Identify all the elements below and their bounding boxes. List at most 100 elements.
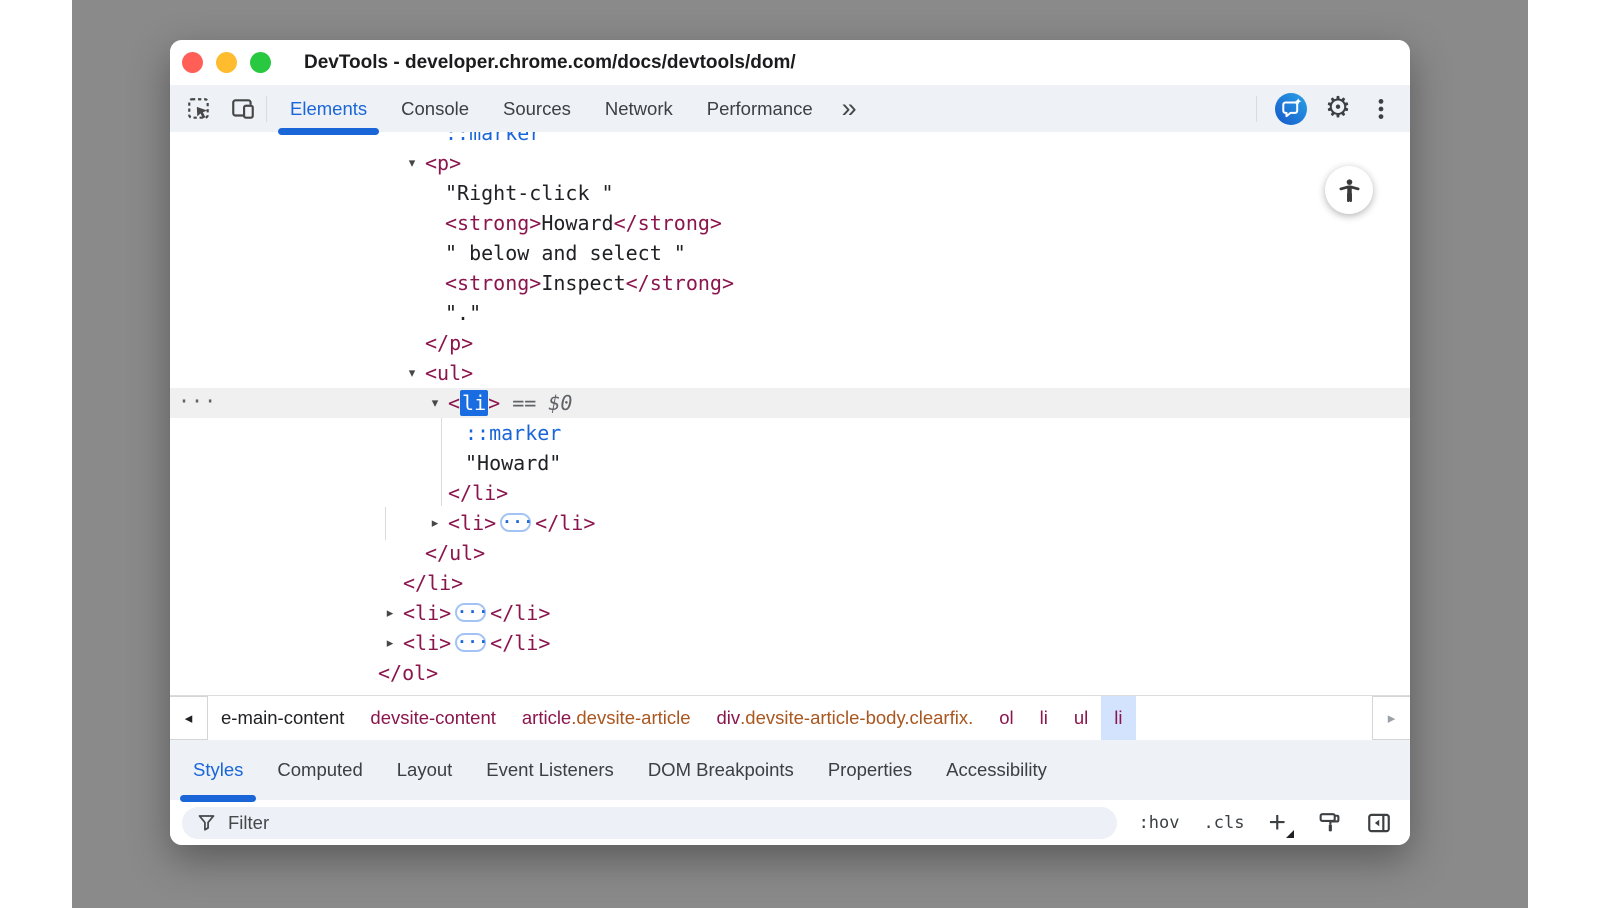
toggle-pseudo-state-button[interactable]: :hov xyxy=(1139,813,1180,833)
title-bar: DevTools - developer.chrome.com/docs/dev… xyxy=(170,40,1410,85)
toolbar-left-icons xyxy=(170,96,266,122)
breadcrumb-item-div[interactable]: div.devsite-article-body.clearfix. xyxy=(704,696,987,740)
new-style-rule-caret xyxy=(1286,830,1294,838)
tab-computed[interactable]: Computed xyxy=(260,740,379,800)
paint-roller-icon[interactable] xyxy=(1316,810,1342,836)
tab-console[interactable]: Console xyxy=(384,85,486,132)
dom-rows: ::marker▾<p>"Right-click "<strong>Howard… xyxy=(170,132,1410,688)
dom-row[interactable]: </p> xyxy=(170,328,1410,358)
expand-children-ellipsis-button[interactable]: ··· xyxy=(455,633,486,652)
dom-row[interactable]: ▾···<li> == $0 xyxy=(170,388,1410,418)
crumb-tag: e-main-content xyxy=(221,707,344,729)
breadcrumb-item-devsite-content[interactable]: devsite-content xyxy=(357,696,508,740)
disclosure-closed-icon[interactable]: ▸ xyxy=(426,508,444,538)
breadcrumb-item-ul[interactable]: ul xyxy=(1061,696,1101,740)
filter-funnel-icon xyxy=(196,812,217,833)
more-tabs-button[interactable]: » xyxy=(830,95,869,122)
text-token: "Howard" xyxy=(465,451,561,475)
disclosure-open-icon[interactable]: ▾ xyxy=(426,388,444,418)
kebab-menu-icon[interactable] xyxy=(1368,96,1394,122)
disclosure-open-icon[interactable]: ▾ xyxy=(403,358,421,388)
disclosure-closed-icon[interactable]: ▸ xyxy=(381,598,399,628)
zoom-window-button[interactable] xyxy=(250,52,271,73)
screenshot-stage: DevTools - developer.chrome.com/docs/dev… xyxy=(0,0,1600,908)
tab-dom-breakpoints[interactable]: DOM Breakpoints xyxy=(631,740,811,800)
disclosure-open-icon[interactable]: ▾ xyxy=(403,148,421,178)
text-token: "Right-click " xyxy=(445,181,614,205)
dom-row[interactable]: ▸<li>···</li> xyxy=(170,508,1410,538)
breadcrumb-item-li[interactable]: li xyxy=(1027,696,1061,740)
dom-row[interactable]: " below and select " xyxy=(170,238,1410,268)
tab-styles[interactable]: Styles xyxy=(176,740,260,800)
disclosure-closed-icon[interactable]: ▸ xyxy=(381,628,399,658)
tab-event-listeners[interactable]: Event Listeners xyxy=(469,740,631,800)
dom-row[interactable]: </li> xyxy=(170,478,1410,508)
tab-network[interactable]: Network xyxy=(588,85,690,132)
inspect-icon[interactable] xyxy=(186,96,212,122)
dom-row[interactable]: </li> xyxy=(170,568,1410,598)
tab-accessibility[interactable]: Accessibility xyxy=(929,740,1064,800)
active-tab-underline xyxy=(278,128,379,135)
pseudo-element-token: ::marker xyxy=(445,132,541,145)
dom-row[interactable]: "." xyxy=(170,298,1410,328)
tab-sources[interactable]: Sources xyxy=(486,85,588,132)
crumb-tag: li xyxy=(1040,707,1048,729)
row-overflow-dots[interactable]: ··· xyxy=(178,386,217,416)
dom-row[interactable]: ▾<p> xyxy=(170,148,1410,178)
crumb-tag: article xyxy=(522,707,571,729)
expand-children-ellipsis-button[interactable]: ··· xyxy=(500,513,531,532)
tag-token: <li> xyxy=(403,601,451,625)
expand-children-ellipsis-button[interactable]: ··· xyxy=(455,603,486,622)
styles-filter-input[interactable]: Filter xyxy=(182,807,1117,839)
dom-row[interactable]: "Howard" xyxy=(170,448,1410,478)
text-token: " below and select " xyxy=(445,241,686,265)
dom-tree-panel: ::marker▾<p>"Right-click "<strong>Howard… xyxy=(170,132,1410,695)
toolbar-divider xyxy=(266,96,267,122)
accessibility-widget-button[interactable] xyxy=(1325,166,1373,214)
tab-performance[interactable]: Performance xyxy=(690,85,830,132)
dom-row[interactable]: ▸<li>···</li> xyxy=(170,628,1410,658)
tab-layout[interactable]: Layout xyxy=(380,740,470,800)
breadcrumb-scroll-left-button[interactable]: ◂ xyxy=(170,696,208,740)
tag-token: </ol> xyxy=(378,661,438,685)
dom-row[interactable]: "Right-click " xyxy=(170,178,1410,208)
crumb-tag: ul xyxy=(1074,707,1088,729)
dom-row[interactable]: </ol> xyxy=(170,658,1410,688)
dom-row[interactable]: <strong>Howard</strong> xyxy=(170,208,1410,238)
breadcrumb-item-article[interactable]: article.devsite-article xyxy=(509,696,704,740)
toggle-sidebar-icon[interactable] xyxy=(1366,810,1392,836)
breadcrumb-item-e-main-content[interactable]: e-main-content xyxy=(208,696,357,740)
breadcrumb-item-ol[interactable]: ol xyxy=(986,696,1026,740)
tab-elements[interactable]: Elements xyxy=(273,85,384,132)
dom-row[interactable]: ▸<li>···</li> xyxy=(170,598,1410,628)
breadcrumb: e-main-contentdevsite-contentarticle.dev… xyxy=(208,696,1372,740)
window-title: DevTools - developer.chrome.com/docs/dev… xyxy=(304,52,796,74)
tab-properties[interactable]: Properties xyxy=(811,740,929,800)
tag-token: <strong> xyxy=(445,211,541,235)
styles-filter-bar: Filter :hov .cls + xyxy=(170,800,1410,845)
dom-row[interactable]: </ul> xyxy=(170,538,1410,568)
breadcrumb-scroll-right-button[interactable]: ▸ xyxy=(1372,696,1410,740)
selected-tag-name[interactable]: li xyxy=(460,390,488,416)
breadcrumb-item-li[interactable]: li xyxy=(1101,696,1135,740)
tag-token: </ul> xyxy=(425,541,485,565)
dom-row[interactable]: ▾<ul> xyxy=(170,358,1410,388)
new-style-rule-button[interactable]: + xyxy=(1268,808,1292,838)
tag-token: <p> xyxy=(425,151,461,175)
toolbar-right-divider xyxy=(1256,96,1257,122)
close-window-button[interactable] xyxy=(182,52,203,73)
main-tabs: ElementsConsoleSourcesNetworkPerformance xyxy=(273,85,830,132)
traffic-lights xyxy=(170,52,271,73)
ai-assistant-icon[interactable] xyxy=(1274,92,1308,126)
dom-row[interactable]: <strong>Inspect</strong> xyxy=(170,268,1410,298)
crumb-classes: .devsite-article-body.clearfix. xyxy=(740,707,973,729)
accessibility-person-icon xyxy=(1336,177,1363,204)
toggle-element-classes-button[interactable]: .cls xyxy=(1204,813,1245,833)
filter-placeholder: Filter xyxy=(228,812,269,834)
tag-token: </strong> xyxy=(614,211,722,235)
settings-gear-icon[interactable]: ⚙ xyxy=(1325,96,1351,122)
device-toolbar-icon[interactable] xyxy=(230,96,256,122)
equals-token: == xyxy=(500,391,548,415)
dom-row[interactable]: ::marker xyxy=(170,418,1410,448)
minimize-window-button[interactable] xyxy=(216,52,237,73)
